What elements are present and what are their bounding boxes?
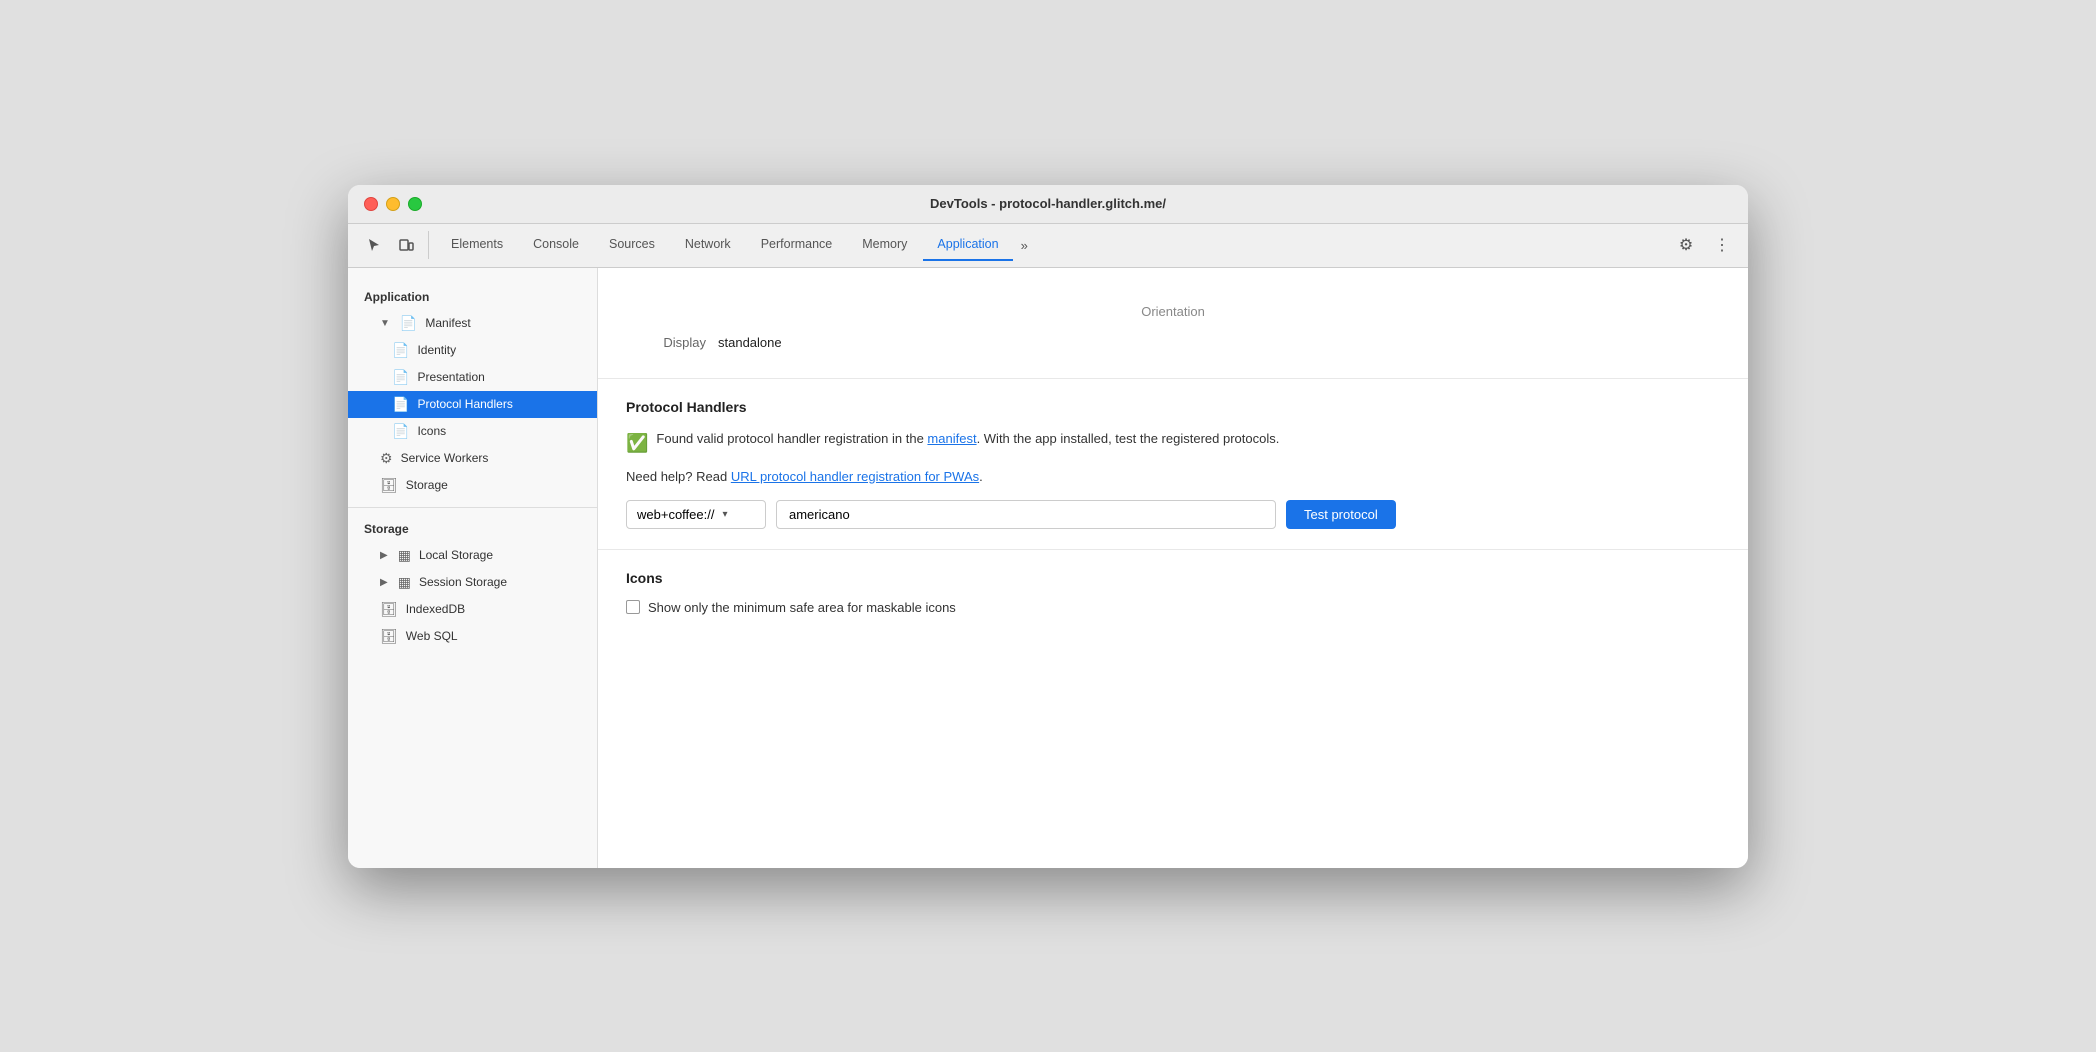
help-link[interactable]: URL protocol handler registration for PW… (731, 469, 979, 484)
chevron-right-local: ▶ (380, 550, 388, 561)
database-icon-indexed: 🗄 (380, 601, 398, 618)
sidebar-item-protocol-handlers[interactable]: 📄 Protocol Handlers (348, 391, 597, 418)
help-row: Need help? Read URL protocol handler reg… (626, 469, 1720, 484)
more-tabs-button[interactable]: » (1015, 234, 1034, 257)
file-icon-presentation: 📄 (392, 369, 409, 386)
file-icon-icons: 📄 (392, 423, 409, 440)
sidebar-item-indexeddb[interactable]: 🗄 IndexedDB (348, 596, 597, 623)
protocol-select-value: web+coffee:// (637, 507, 714, 522)
minimize-button[interactable] (386, 197, 400, 211)
session-storage-label: Session Storage (419, 575, 507, 589)
display-section: Orientation Display standalone (598, 268, 1748, 379)
identity-label: Identity (417, 343, 456, 357)
tab-performance[interactable]: Performance (747, 229, 847, 261)
sidebar-item-session-storage[interactable]: ▶ ▦ Session Storage (348, 569, 597, 596)
table-icon-session: ▦ (398, 574, 411, 591)
window-title: DevTools - protocol-handler.glitch.me/ (930, 196, 1166, 211)
web-sql-label: Web SQL (406, 629, 458, 643)
titlebar: DevTools - protocol-handler.glitch.me/ (348, 185, 1748, 224)
cursor-icon[interactable] (360, 231, 388, 259)
maskable-icons-checkbox[interactable] (626, 600, 640, 614)
file-icon-identity: 📄 (392, 342, 409, 359)
sidebar-item-service-workers[interactable]: ⚙ Service Workers (348, 445, 597, 472)
tab-memory[interactable]: Memory (848, 229, 921, 261)
sidebar-item-manifest[interactable]: ▼ 📄 Manifest (348, 310, 597, 337)
checkbox-label: Show only the minimum safe area for mask… (648, 600, 956, 615)
chevron-down-icon: ▼ (380, 318, 390, 329)
success-text-before: Found valid protocol handler registratio… (656, 431, 927, 446)
content-panel: Orientation Display standalone Protocol … (598, 268, 1748, 868)
tab-network[interactable]: Network (671, 229, 745, 261)
main-content: Application ▼ 📄 Manifest 📄 Identity 📄 Pr… (348, 268, 1748, 868)
sidebar-item-local-storage[interactable]: ▶ ▦ Local Storage (348, 542, 597, 569)
sidebar-item-icons[interactable]: 📄 Icons (348, 418, 597, 445)
storage-section-title: Storage (348, 516, 597, 542)
tab-elements[interactable]: Elements (437, 229, 517, 261)
protocol-handlers-label: Protocol Handlers (417, 397, 512, 411)
gear-icon-sw: ⚙ (380, 450, 393, 467)
protocol-handlers-title: Protocol Handlers (626, 399, 1720, 415)
more-options-icon[interactable]: ⋮ (1708, 231, 1736, 259)
success-text: Found valid protocol handler registratio… (656, 429, 1279, 449)
sidebar-item-storage-main[interactable]: 🗄 Storage (348, 472, 597, 499)
tab-sources[interactable]: Sources (595, 229, 669, 261)
icons-title: Icons (626, 570, 1720, 586)
success-text-after: . With the app installed, test the regis… (977, 431, 1280, 446)
maximize-button[interactable] (408, 197, 422, 211)
toolbar: Elements Console Sources Network Perform… (348, 224, 1748, 268)
protocol-select[interactable]: web+coffee:// ▾ (626, 500, 766, 529)
toolbar-icons (360, 231, 429, 259)
manifest-link[interactable]: manifest (927, 431, 976, 446)
sidebar-item-presentation[interactable]: 📄 Presentation (348, 364, 597, 391)
display-value: standalone (718, 335, 782, 350)
tab-application[interactable]: Application (923, 229, 1012, 261)
protocol-input[interactable] (776, 500, 1276, 529)
database-icon: 🗄 (380, 477, 398, 494)
check-circle-icon: ✅ (626, 430, 648, 457)
file-icon: 📄 (400, 315, 417, 332)
local-storage-label: Local Storage (419, 548, 493, 562)
icons-section: Icons Show only the minimum safe area fo… (598, 550, 1748, 635)
success-row: ✅ Found valid protocol handler registrat… (626, 429, 1720, 457)
help-text: Need help? Read (626, 469, 731, 484)
presentation-label: Presentation (417, 370, 484, 384)
settings-icon[interactable]: ⚙ (1672, 231, 1700, 259)
toolbar-tabs: Elements Console Sources Network Perform… (437, 229, 1672, 261)
display-label: Display (626, 335, 706, 350)
sidebar-divider (348, 507, 597, 508)
storage-main-label: Storage (406, 478, 448, 492)
device-icon[interactable] (392, 231, 420, 259)
test-protocol-button[interactable]: Test protocol (1286, 500, 1396, 529)
file-icon-protocol: 📄 (392, 396, 409, 413)
service-workers-label: Service Workers (401, 451, 489, 465)
toolbar-right: ⚙ ⋮ (1672, 231, 1736, 259)
checkbox-row: Show only the minimum safe area for mask… (626, 600, 1720, 615)
application-section-title: Application (348, 284, 597, 310)
devtools-window: DevTools - protocol-handler.glitch.me/ E… (348, 185, 1748, 868)
icons-label: Icons (417, 424, 446, 438)
sidebar-item-identity[interactable]: 📄 Identity (348, 337, 597, 364)
traffic-lights (364, 197, 422, 211)
sidebar-item-web-sql[interactable]: 🗄 Web SQL (348, 623, 597, 650)
orientation-label: Orientation (626, 288, 1720, 327)
chevron-right-session: ▶ (380, 577, 388, 588)
protocol-row: web+coffee:// ▾ Test protocol (626, 500, 1720, 529)
close-button[interactable] (364, 197, 378, 211)
chevron-down-icon: ▾ (722, 509, 727, 520)
help-text-after: . (979, 469, 983, 484)
manifest-label: Manifest (425, 316, 470, 330)
table-icon-local: ▦ (398, 547, 411, 564)
indexeddb-label: IndexedDB (406, 602, 465, 616)
protocol-handlers-section: Protocol Handlers ✅ Found valid protocol… (598, 379, 1748, 550)
tab-console[interactable]: Console (519, 229, 593, 261)
database-icon-sql: 🗄 (380, 628, 398, 645)
display-row: Display standalone (626, 327, 1720, 358)
sidebar: Application ▼ 📄 Manifest 📄 Identity 📄 Pr… (348, 268, 598, 868)
